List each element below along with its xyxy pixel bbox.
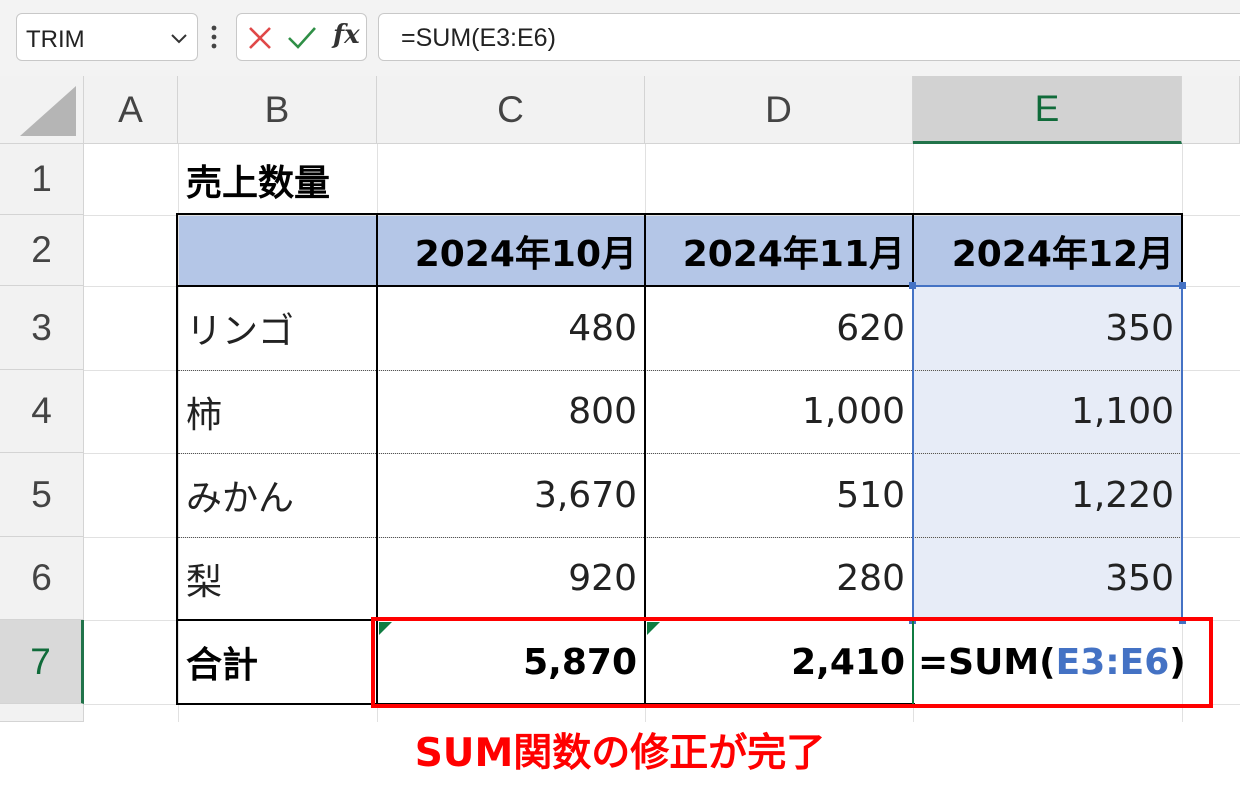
column-header-c[interactable]: C <box>377 76 645 144</box>
row-header-7[interactable]: 7 <box>0 620 84 704</box>
formula-input-text: =SUM(E3:E6) <box>401 24 556 52</box>
formula-input[interactable]: =SUM(E3:E6) <box>378 13 1240 61</box>
worksheet-grid[interactable]: A B C D E 1 2 3 4 5 6 7 売上数量 2024年10月 20… <box>0 76 1240 722</box>
column-header-b[interactable]: B <box>178 76 377 144</box>
cell-c3[interactable]: 480 <box>377 286 645 370</box>
row-header-2[interactable]: 2 <box>0 215 84 286</box>
cell-c5[interactable]: 3,670 <box>377 453 645 537</box>
name-box-value: TRIM <box>26 26 85 53</box>
selection-handle[interactable] <box>1179 282 1186 289</box>
cell-d5[interactable]: 510 <box>645 453 913 537</box>
more-options-icon[interactable] <box>209 24 219 54</box>
insert-function-button[interactable]: fx <box>333 20 360 50</box>
row-header-6[interactable]: 6 <box>0 537 84 620</box>
row-header-1[interactable]: 1 <box>0 144 84 215</box>
formula-bar-area: TRIM fx =SUM(E3:E6) <box>0 0 1240 77</box>
row-header-5[interactable]: 5 <box>0 453 84 537</box>
range-selection-e3-e6 <box>912 285 1183 621</box>
name-box[interactable]: TRIM <box>16 13 198 61</box>
select-all-corner[interactable] <box>0 76 84 144</box>
cell-b6[interactable]: 梨 <box>178 537 377 620</box>
cell-c6[interactable]: 920 <box>377 537 645 620</box>
column-header-a[interactable]: A <box>84 76 178 144</box>
cancel-icon[interactable] <box>247 25 273 55</box>
cell-d6[interactable]: 280 <box>645 537 913 620</box>
row-header-8[interactable] <box>0 704 84 722</box>
cell-b1-title[interactable]: 売上数量 <box>178 144 377 215</box>
cell-d3[interactable]: 620 <box>645 286 913 370</box>
cell-e2-header[interactable]: 2024年12月 <box>913 215 1182 286</box>
row-header-3[interactable]: 3 <box>0 286 84 370</box>
highlight-annotation-box <box>371 617 1213 708</box>
cell-b3[interactable]: リンゴ <box>178 286 377 370</box>
column-header-f[interactable] <box>1182 76 1240 144</box>
column-header-e[interactable]: E <box>913 76 1182 144</box>
cell-b5[interactable]: みかん <box>178 453 377 537</box>
cell-b4[interactable]: 柿 <box>178 370 377 453</box>
formula-buttons: fx <box>236 13 367 61</box>
enter-checkmark-icon[interactable] <box>287 25 317 55</box>
row-header-4[interactable]: 4 <box>0 370 84 453</box>
cell-d2-header[interactable]: 2024年11月 <box>645 215 913 286</box>
cell-c2-header[interactable]: 2024年10月 <box>377 215 645 286</box>
selection-handle[interactable] <box>909 282 916 289</box>
cell-c4[interactable]: 800 <box>377 370 645 453</box>
cell-b7-total-label[interactable]: 合計 <box>178 620 377 704</box>
chevron-down-icon[interactable] <box>169 28 189 52</box>
cell-d4[interactable]: 1,000 <box>645 370 913 453</box>
annotation-caption: SUM関数の修正が完了 <box>414 731 826 776</box>
column-header-d[interactable]: D <box>645 76 913 144</box>
